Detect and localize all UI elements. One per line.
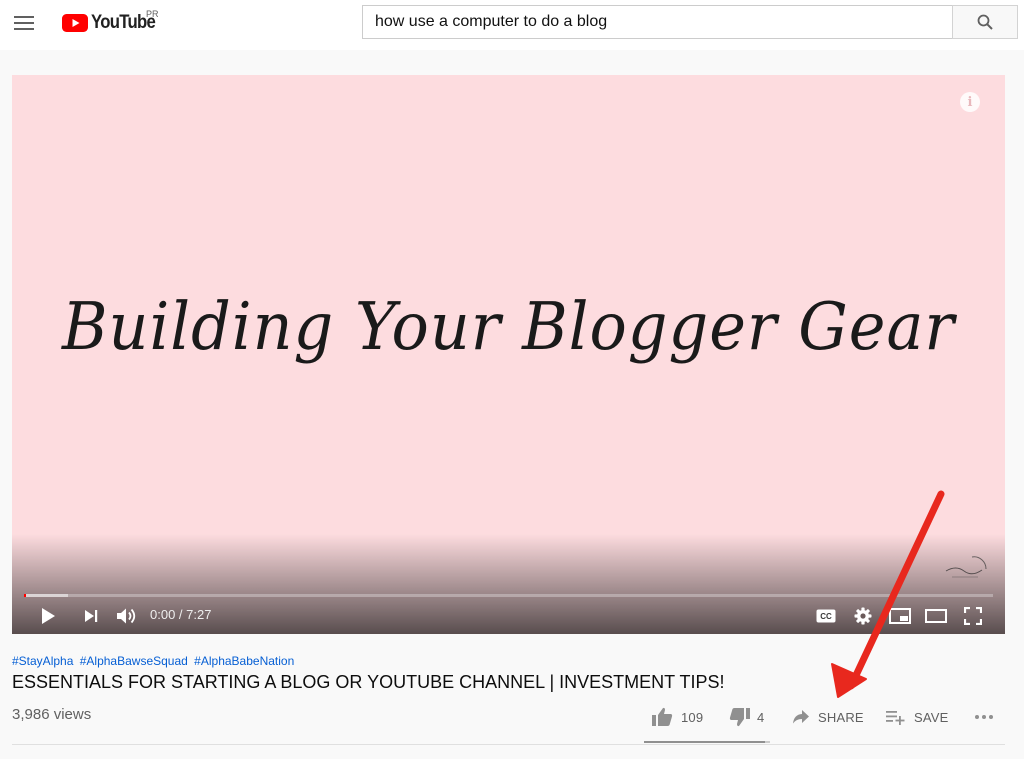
hashtag-link[interactable]: #AlphaBabeNation: [194, 654, 294, 668]
thumbs-up-icon: [652, 707, 673, 726]
miniplayer-icon: [889, 608, 911, 624]
like-button[interactable]: 109: [651, 706, 703, 728]
video-player[interactable]: i Building Your Blogger Gear 0:00 / 7:27: [12, 75, 1005, 634]
share-label: SHARE: [818, 709, 864, 725]
dislike-count: 4: [757, 709, 765, 725]
theater-mode-button[interactable]: [924, 604, 948, 628]
volume-icon: [117, 608, 136, 624]
sentiment-bar: [644, 741, 770, 743]
share-button[interactable]: SHARE: [792, 706, 864, 728]
volume-button[interactable]: [115, 604, 139, 628]
dislike-button[interactable]: 4: [729, 706, 764, 728]
hamburger-menu-icon[interactable]: [14, 13, 36, 33]
info-icon[interactable]: i: [960, 92, 980, 112]
masthead: YouTube PR: [0, 0, 1024, 50]
save-button[interactable]: SAVE: [886, 706, 949, 728]
play-icon: [42, 608, 55, 624]
like-count: 109: [681, 709, 704, 725]
next-button[interactable]: [81, 604, 101, 628]
progress-bar[interactable]: [24, 594, 993, 597]
search-icon: [977, 14, 993, 30]
next-icon: [85, 610, 98, 622]
miniplayer-button[interactable]: [888, 604, 912, 628]
progress-played: [24, 594, 26, 597]
fullscreen-icon: [964, 607, 982, 625]
subtitles-button[interactable]: CC: [815, 604, 837, 628]
country-code: PR: [146, 9, 159, 19]
share-arrow-icon: [793, 710, 809, 724]
search-box[interactable]: [362, 5, 952, 39]
progress-buffered: [24, 594, 68, 597]
youtube-play-logo-icon: [62, 14, 88, 32]
divider: [12, 744, 1005, 745]
more-horizontal-icon: [975, 715, 993, 719]
video-title: ESSENTIALS FOR STARTING A BLOG OR YOUTUB…: [12, 672, 725, 692]
hashtag-link[interactable]: #AlphaBawseSquad: [80, 654, 188, 668]
theater-icon: [925, 609, 947, 623]
hashtag-link[interactable]: #StayAlpha: [12, 654, 73, 668]
fullscreen-button[interactable]: [962, 604, 984, 628]
svg-text:CC: CC: [820, 612, 832, 621]
view-count: 3,986 views: [12, 706, 92, 723]
more-actions-button[interactable]: [974, 706, 994, 728]
time-display: 0:00 / 7:27: [150, 607, 212, 622]
settings-button[interactable]: [852, 604, 874, 628]
thumbs-down-icon: [729, 708, 750, 727]
search-button[interactable]: [952, 5, 1018, 39]
search-input[interactable]: [375, 6, 935, 38]
play-button[interactable]: [38, 604, 58, 628]
hashtags: #StayAlpha #AlphaBawseSquad #AlphaBabeNa…: [12, 654, 297, 668]
cc-icon: CC: [816, 609, 836, 623]
add-to-playlist-icon: [886, 711, 905, 725]
sentiment-like-fill: [644, 741, 765, 743]
save-label: SAVE: [914, 709, 949, 725]
video-frame-text: Building Your Blogger Gear: [61, 288, 956, 365]
gear-icon: [854, 607, 872, 625]
